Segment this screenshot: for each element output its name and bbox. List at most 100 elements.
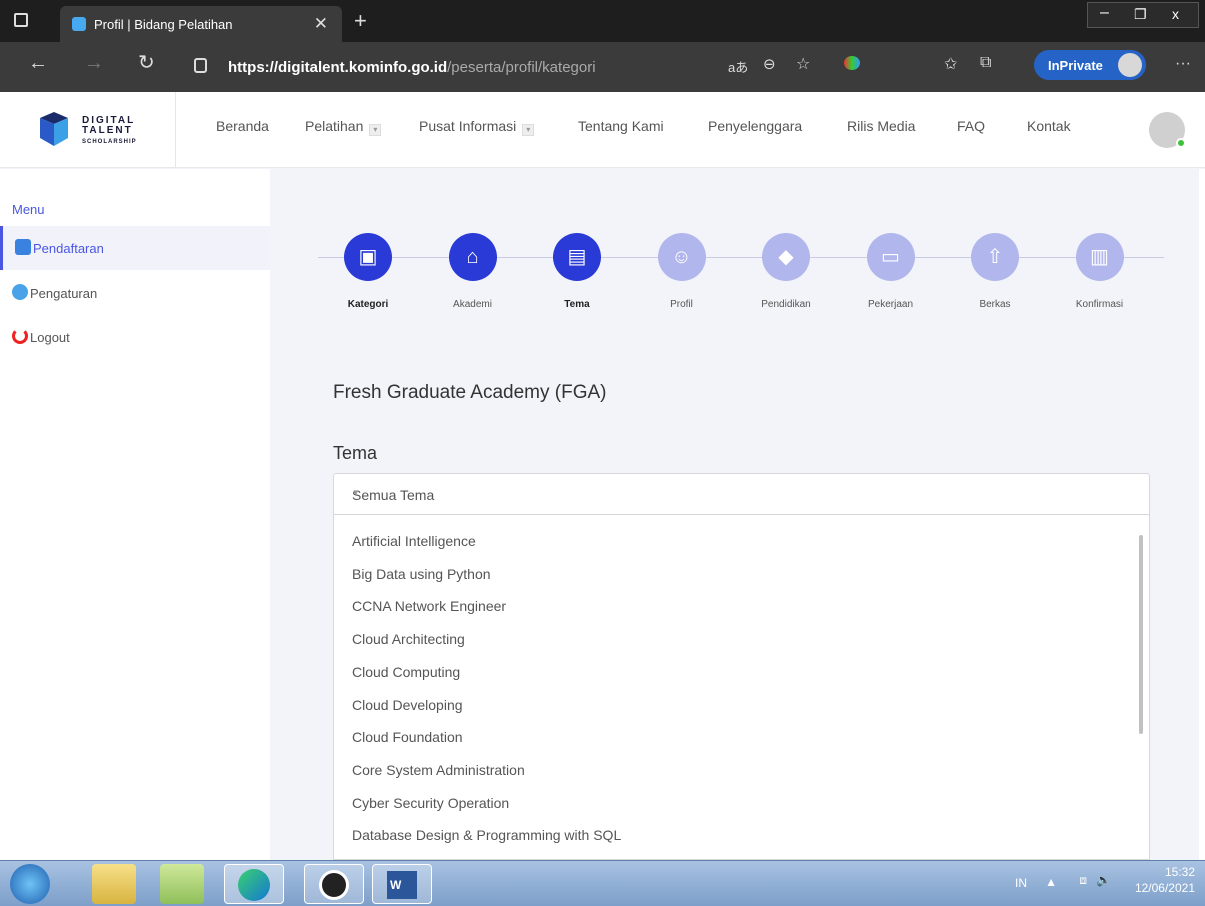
sidebar: Menu Pendaftaran Pengaturan Logout (0, 169, 270, 860)
profile-avatar-icon (1118, 53, 1142, 77)
institution-icon[interactable]: ⌂ (448, 233, 497, 281)
folder-icon[interactable] (160, 864, 204, 904)
network-icon[interactable]: ⧈ (1079, 873, 1087, 888)
sidebar-item-pengaturan[interactable]: Pengaturan (0, 271, 270, 315)
gears-icon (12, 284, 28, 300)
taskbar: W IN ▲ ⧈ 🔈 15:32 12/06/2021 (0, 860, 1205, 906)
obs-recorder-icon[interactable] (304, 864, 364, 904)
tema-label: Tema (333, 443, 378, 463)
nav-faq[interactable]: FAQ (957, 118, 985, 134)
sidebar-item-pendaftaran[interactable]: Pendaftaran (0, 226, 270, 270)
minimize-icon[interactable]: – (1100, 4, 1109, 22)
tema-option[interactable]: Cyber Security Operation (352, 795, 509, 811)
nav-pusat-informasi[interactable]: Pusat Informasi ▾ (419, 118, 535, 136)
url-host: https://digitalent.kominfo.go.id (228, 59, 448, 76)
zoom-icon[interactable]: ⊖ (763, 55, 776, 73)
tema-dropdown-list: Artificial Intelligence Big Data using Py… (333, 515, 1150, 860)
step-label-konfirmasi: Konfirmasi (1075, 299, 1124, 310)
dropdown-scrollbar[interactable] (1139, 535, 1143, 734)
tema-select[interactable]: Semua Tema ▼ (333, 473, 1150, 515)
tema-option[interactable]: Cloud Computing (352, 664, 460, 680)
extension-icon[interactable] (844, 56, 860, 70)
chevron-down-icon: ▼ (352, 488, 360, 497)
step-label-profil: Profil (670, 299, 693, 310)
language-indicator[interactable]: IN (1015, 876, 1027, 890)
file-explorer-icon[interactable] (92, 864, 136, 904)
clock-time: 15:32 (1164, 865, 1195, 879)
chevron-down-icon: ▾ (522, 124, 535, 136)
volume-icon[interactable]: 🔈 (1096, 873, 1111, 887)
step-label-pendidikan: Pendidikan (761, 299, 811, 310)
refresh-icon[interactable]: ↻ (138, 50, 155, 75)
add-favorite-icon[interactable]: ☆ (796, 54, 810, 74)
step-label-akademi: Akademi (453, 299, 492, 310)
inprivate-badge[interactable]: InPrivate (1034, 50, 1146, 80)
read-aloud-icon[interactable]: aあ (728, 57, 748, 76)
tema-option[interactable]: CCNA Network Engineer (352, 598, 506, 614)
favorites-icon[interactable]: ✩ (944, 54, 957, 74)
nav-pelatihan[interactable]: Pelatihan ▾ (305, 118, 382, 136)
online-status-icon (1176, 138, 1186, 148)
window-controls: – ❐ x (1087, 2, 1199, 28)
step-label-pekerjaan: Pekerjaan (867, 299, 914, 310)
back-icon[interactable]: ← (28, 52, 48, 75)
site-favicon-icon (72, 17, 86, 31)
user-register-icon (15, 239, 31, 255)
nav-rilis-media[interactable]: Rilis Media (847, 118, 915, 134)
edge-icon[interactable] (224, 864, 284, 904)
tema-option[interactable]: Cloud Architecting (352, 631, 465, 647)
tab-actions-icon[interactable] (14, 13, 28, 27)
id-badge-icon[interactable]: ▣ (344, 233, 392, 281)
browser-tab[interactable]: Profil | Bidang Pelatihan ✕ (60, 6, 342, 42)
person-icon[interactable]: ☺ (657, 233, 706, 281)
logo-mark-icon (40, 112, 68, 146)
tema-option[interactable]: Cloud Foundation (352, 729, 463, 745)
step-label-berkas: Berkas (979, 299, 1011, 310)
start-button[interactable] (10, 864, 50, 904)
book-icon[interactable]: ▤ (553, 233, 601, 281)
tray-expand-icon[interactable]: ▲ (1045, 875, 1057, 889)
site-header: DIGITAL TALENT SCHOLARSHIP Beranda Pelat… (0, 92, 1205, 168)
nav-kontak[interactable]: Kontak (1027, 118, 1071, 134)
address-bar-row: ← → ↻ https://digitalent.kominfo.go.id/p… (0, 42, 1205, 92)
cloud-upload-icon[interactable]: ⇧ (971, 233, 1019, 281)
briefcase-icon[interactable]: ▭ (866, 233, 915, 281)
sidebar-item-label: Logout (30, 330, 70, 345)
tema-option[interactable]: Big Data using Python (352, 566, 491, 582)
logo-text: DIGITAL TALENT SCHOLARSHIP (82, 115, 137, 146)
user-avatar[interactable] (1149, 112, 1186, 148)
tema-option[interactable]: Cloud Developing (352, 697, 463, 713)
lock-icon (194, 58, 207, 73)
tema-option[interactable]: Database Design & Programming with SQL (352, 827, 621, 843)
sidebar-item-label: Pengaturan (30, 286, 98, 301)
clock[interactable]: 15:32 12/06/2021 (1119, 865, 1195, 895)
forward-icon[interactable]: → (84, 52, 104, 75)
tema-option[interactable]: Core System Administration (352, 762, 525, 778)
sidebar-item-label: Pendaftaran (33, 241, 104, 256)
word-icon[interactable]: W (372, 864, 432, 904)
chevron-down-icon: ▾ (369, 124, 382, 136)
tab-title: Profil | Bidang Pelatihan (94, 17, 233, 32)
sidebar-heading: Menu (12, 202, 45, 217)
new-tab-icon[interactable]: + (354, 8, 367, 34)
browser-tab-bar: Profil | Bidang Pelatihan ✕ + – ❐ x (0, 0, 1205, 42)
step-label-kategori: Kategori (347, 299, 389, 310)
tema-option[interactable]: Artificial Intelligence (352, 533, 476, 549)
inprivate-label: InPrivate (1048, 58, 1103, 73)
academy-title: Fresh Graduate Academy (FGA) (333, 382, 607, 403)
nav-penyelenggara[interactable]: Penyelenggara (708, 118, 802, 134)
close-tab-icon[interactable]: ✕ (314, 14, 328, 34)
collections-icon[interactable]: ⧉ (980, 54, 991, 72)
clipboard-icon[interactable]: ▥ (1075, 233, 1124, 281)
close-window-icon[interactable]: x (1172, 6, 1179, 22)
nav-beranda[interactable]: Beranda (216, 118, 269, 134)
graduation-cap-icon[interactable]: ◆ (762, 233, 810, 281)
stepper-line (318, 257, 1164, 258)
nav-tentang-kami[interactable]: Tentang Kami (578, 118, 664, 134)
more-icon[interactable]: ··· (1175, 55, 1191, 73)
page-scrollbar[interactable] (1199, 169, 1205, 860)
restore-icon[interactable]: ❐ (1134, 6, 1147, 23)
step-label-tema: Tema (564, 299, 590, 310)
sidebar-item-logout[interactable]: Logout (0, 315, 270, 359)
site-logo[interactable]: DIGITAL TALENT SCHOLARSHIP (0, 92, 176, 168)
